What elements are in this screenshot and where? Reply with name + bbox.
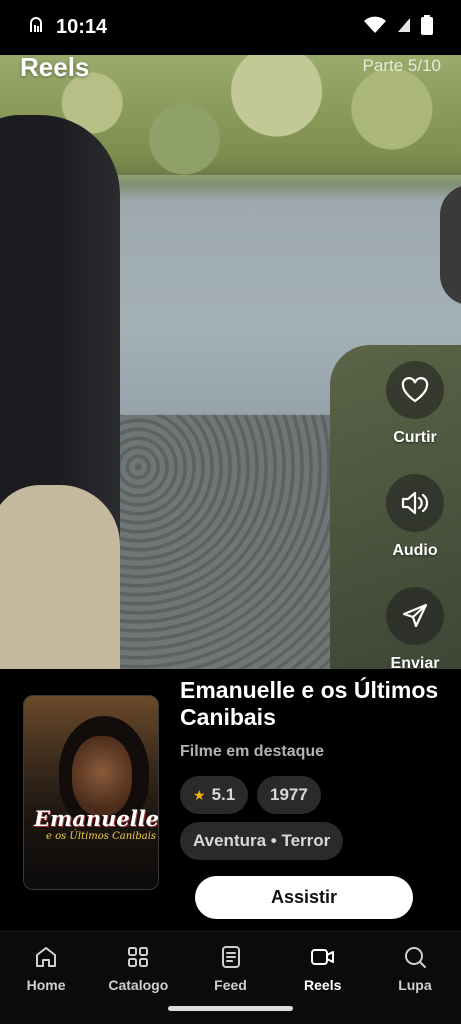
battery-icon <box>421 15 433 40</box>
nav-label-reels: Reels <box>304 977 342 993</box>
genre-badge: Aventura • Terror <box>180 822 344 860</box>
audio-button[interactable]: Audio <box>385 474 445 560</box>
rating-badge: ★ 5.1 <box>180 776 249 814</box>
movie-title: Emanuelle e os Últimos Canibais <box>180 677 439 730</box>
movie-subtitle: Filme em destaque <box>180 743 325 760</box>
rating-value: 5.1 <box>211 785 236 804</box>
speaker-icon <box>386 474 444 532</box>
movie-poster[interactable]: Emanuelle e os Últimos Canibais <box>23 695 159 890</box>
part-indicator: Parte 5/10 <box>362 56 441 75</box>
genre-value: Aventura • Terror <box>193 831 331 850</box>
signal-icon <box>397 17 411 38</box>
watch-button[interactable]: Assistir <box>195 876 413 919</box>
like-label: Curtir <box>393 429 437 446</box>
poster-figure-face <box>72 736 132 816</box>
year-badge: 1977 <box>257 776 321 814</box>
like-button[interactable]: Curtir <box>385 361 445 447</box>
home-gesture-handle[interactable] <box>168 1006 293 1011</box>
heart-icon <box>386 361 444 419</box>
nav-item-lupa[interactable]: Lupa <box>369 932 461 1024</box>
nav-label-home: Home <box>26 977 66 993</box>
nav-label-catalogo: Catalogo <box>108 977 169 993</box>
home-icon <box>33 944 59 970</box>
send-icon <box>386 587 444 645</box>
poster-subtitle: e os Últimos Canibais <box>46 831 157 842</box>
feed-icon <box>218 944 244 970</box>
page-title: Reels <box>20 52 90 82</box>
nfc-icon <box>28 16 46 39</box>
star-icon: ★ <box>193 786 206 803</box>
status-bar: 10:14 <box>0 0 461 55</box>
movie-panel: Emanuelle e os Últimos Canibais Emanuell… <box>0 669 461 931</box>
grid-icon <box>125 944 151 970</box>
video-person-right-head <box>440 185 461 305</box>
send-button[interactable]: Enviar <box>385 587 445 673</box>
nav-label-feed: Feed <box>214 977 247 993</box>
wifi-icon <box>363 16 387 39</box>
nav-label-lupa: Lupa <box>398 977 432 993</box>
video-person-left-body <box>0 485 120 669</box>
video-icon <box>310 944 336 970</box>
search-icon <box>402 944 428 970</box>
year-value: 1977 <box>270 785 308 804</box>
audio-label: Audio <box>392 542 438 559</box>
status-time: 10:14 <box>56 16 108 38</box>
nav-item-home[interactable]: Home <box>0 932 92 1024</box>
poster-title: Emanuelle <box>34 806 159 831</box>
